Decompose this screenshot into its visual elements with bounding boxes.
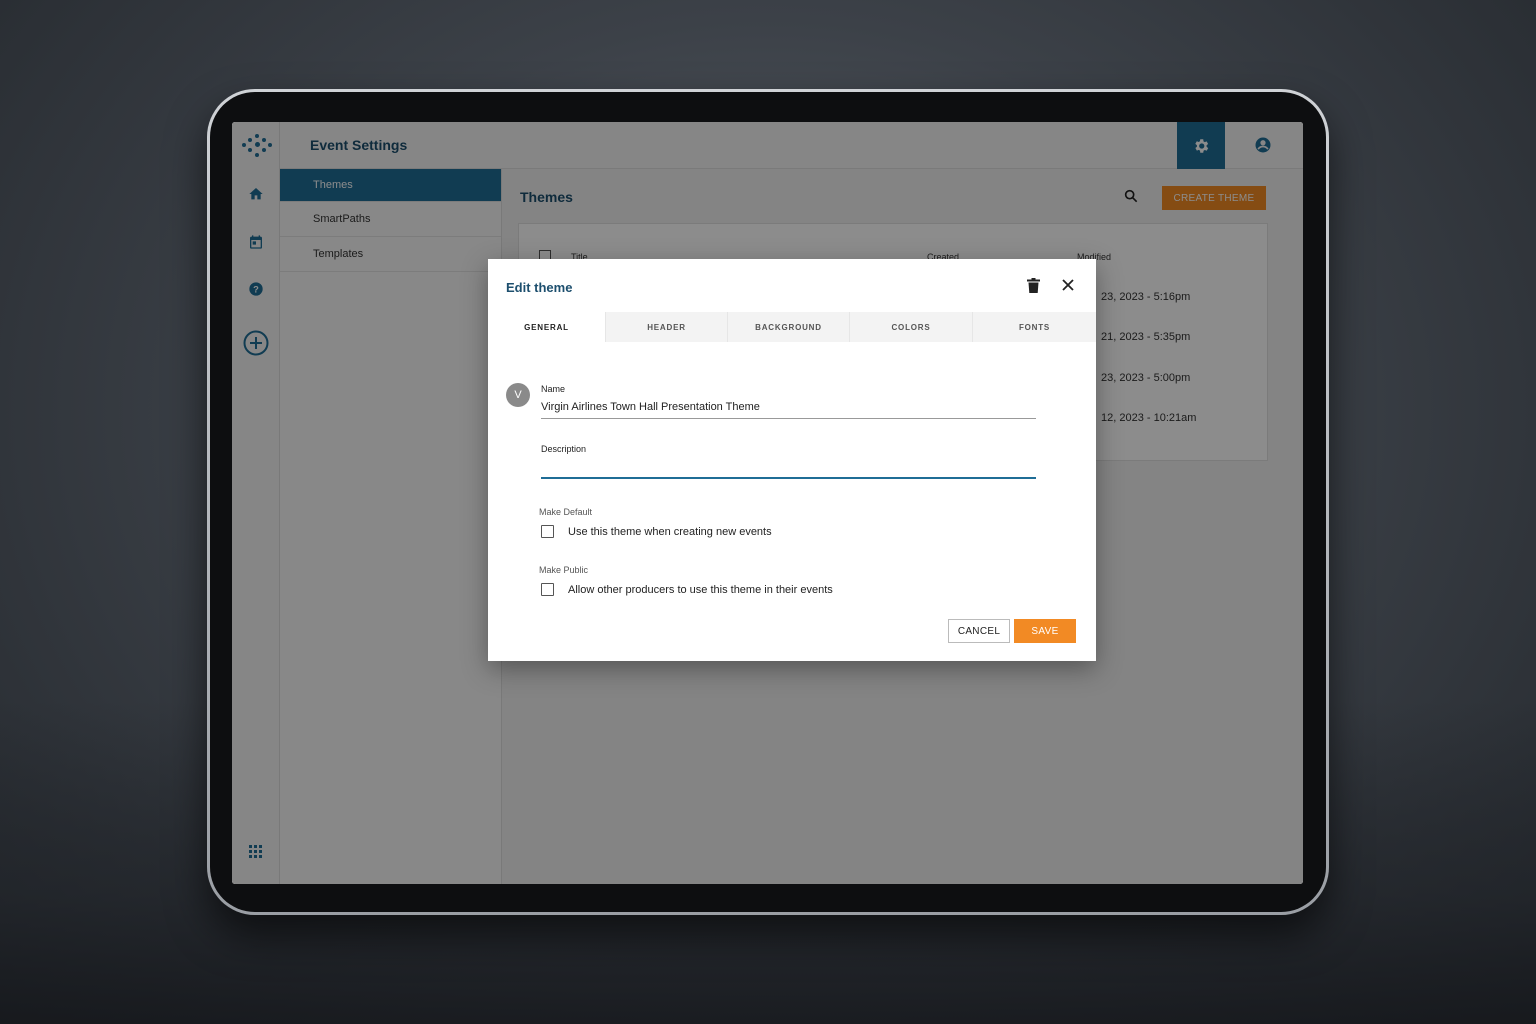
dialog-title: Edit theme (506, 280, 573, 295)
cancel-button[interactable]: CANCEL (948, 619, 1010, 643)
close-button[interactable] (1060, 277, 1076, 293)
tab-background[interactable]: BACKGROUND (728, 312, 850, 342)
trash-icon (1026, 277, 1040, 293)
tablet-frame: ? Event Settings Themes SmartPaths Templ… (207, 89, 1329, 915)
make-public-checkbox[interactable] (541, 583, 554, 596)
make-default-label: Make Default (539, 507, 593, 517)
make-default-checkbox[interactable] (541, 525, 554, 538)
name-field-underline (541, 418, 1036, 419)
make-public-text[interactable]: Allow other producers to use this theme … (568, 584, 833, 596)
description-label: Description (541, 444, 587, 454)
make-public-label: Make Public (539, 565, 589, 575)
tab-general[interactable]: GENERAL (488, 312, 606, 342)
name-label: Name (541, 384, 566, 394)
tab-header[interactable]: HEADER (606, 312, 728, 342)
app: ? Event Settings Themes SmartPaths Templ… (232, 122, 1303, 884)
description-field[interactable] (541, 459, 1036, 475)
screen: ? Event Settings Themes SmartPaths Templ… (232, 122, 1303, 884)
tablet-bezel: ? Event Settings Themes SmartPaths Templ… (210, 92, 1326, 912)
close-icon (1062, 279, 1074, 291)
dialog-tabs: GENERAL HEADER BACKGROUND COLORS FONTS (488, 312, 1096, 342)
name-field[interactable]: Virgin Airlines Town Hall Presentation T… (541, 401, 760, 413)
tab-colors[interactable]: COLORS (850, 312, 973, 342)
delete-button[interactable] (1025, 277, 1041, 293)
description-field-underline (541, 477, 1036, 479)
avatar: V (506, 383, 530, 407)
make-default-text[interactable]: Use this theme when creating new events (568, 526, 772, 538)
save-button[interactable]: SAVE (1014, 619, 1076, 643)
edit-theme-dialog: Edit theme GENERAL HEADER BACKGROUND COL… (488, 259, 1096, 661)
tab-fonts[interactable]: FONTS (973, 312, 1096, 342)
